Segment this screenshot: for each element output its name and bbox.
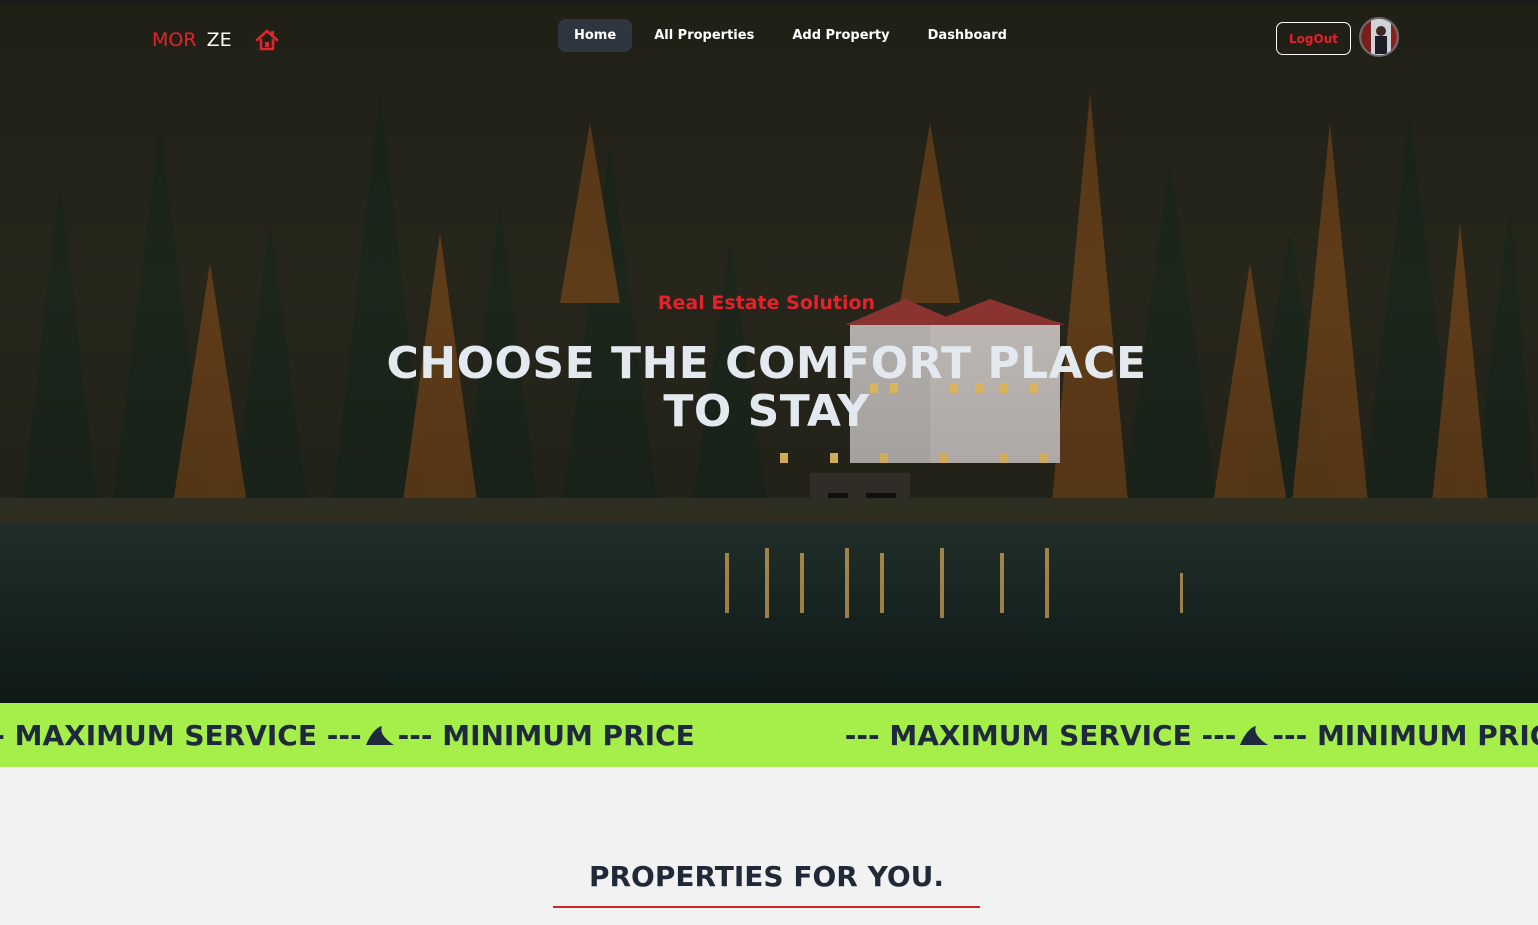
marquee-text: --- MINIMUM PRICE xyxy=(397,719,695,752)
nav-home[interactable]: Home xyxy=(558,19,633,52)
marquee-text: --- MAXIMUM SERVICE --- xyxy=(0,719,362,752)
marquee-text: --- MINIMUM PRICE --- xyxy=(1272,719,1538,752)
hero-headline-line1: CHOOSE THE COMFORT PLACE xyxy=(386,338,1147,389)
marquee-text: --- MAXIMUM SERVICE --- xyxy=(844,719,1237,752)
logout-button[interactable]: LogOut xyxy=(1276,22,1351,55)
nav-all-properties[interactable]: All Properties xyxy=(638,19,770,52)
marquee-track: --- MAXIMUM SERVICE --- --- MINIMUM PRIC… xyxy=(0,719,1538,752)
brand-name-part1: MOR xyxy=(152,29,197,51)
promo-marquee: --- MAXIMUM SERVICE --- --- MINIMUM PRIC… xyxy=(0,703,1538,767)
user-avatar-image xyxy=(1361,19,1397,55)
user-avatar[interactable] xyxy=(1359,17,1399,57)
marquee-segment: --- MAXIMUM SERVICE --- --- MINIMUM PRIC… xyxy=(0,719,695,752)
main-nav: Home All Properties Add Property Dashboa… xyxy=(558,19,1023,52)
hero-headline-line2: TO STAY xyxy=(663,386,870,437)
section-underline xyxy=(553,906,980,908)
house-icon xyxy=(255,29,278,51)
nav-add-property[interactable]: Add Property xyxy=(776,19,905,52)
marquee-segment: --- MAXIMUM SERVICE --- --- MINIMUM PRIC… xyxy=(845,719,1538,752)
bird-icon xyxy=(365,725,394,745)
top-navbar: MOR ZE Home All Properties Add Property … xyxy=(0,3,1538,73)
brand-logo[interactable]: MOR ZE xyxy=(152,27,280,53)
hero-tagline: Real Estate Solution xyxy=(657,292,876,314)
section-title: PROPERTIES FOR YOU. xyxy=(588,860,945,893)
nav-dashboard[interactable]: Dashboard xyxy=(912,19,1023,52)
brand-name-part2: ZE xyxy=(206,29,232,51)
bird-icon xyxy=(1240,725,1269,745)
hero-headline: CHOOSE THE COMFORT PLACE TO STAY xyxy=(0,340,1533,436)
